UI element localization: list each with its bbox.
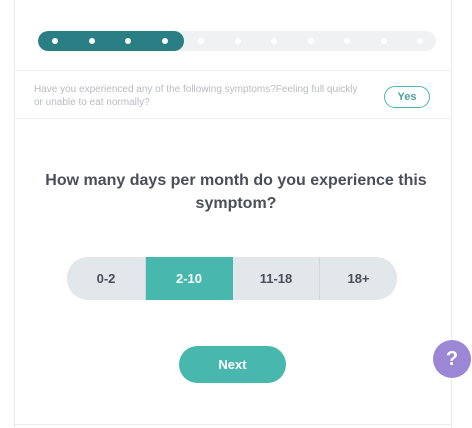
option-0-2[interactable]: 0-2 <box>67 257 146 300</box>
help-bubble-icon[interactable]: ? <box>433 340 471 378</box>
progress-step-dot <box>161 38 168 44</box>
survey-page: Have you experienced any of the followin… <box>0 0 472 428</box>
frame-bottom-border <box>14 424 452 425</box>
progress-step-dot <box>88 38 95 44</box>
progress-step-dot <box>344 38 350 44</box>
progress-step-dot <box>417 38 423 44</box>
previous-answer-badge[interactable]: Yes <box>384 86 430 108</box>
progress-step-dot <box>52 38 58 44</box>
progress-step-dot <box>198 38 204 44</box>
progress-step-dot <box>234 38 241 44</box>
progress-step-dot <box>271 38 277 44</box>
frame-left-border <box>14 0 15 428</box>
progress-bar <box>38 31 436 51</box>
progress-step-dot <box>380 38 387 44</box>
previous-question-text: Have you experienced any of the followin… <box>34 84 358 108</box>
progress-step-dot <box>125 38 131 44</box>
progress-step-dot <box>307 38 314 44</box>
question-title: How many days per month do you experienc… <box>45 172 427 212</box>
next-button[interactable]: Next <box>179 346 286 383</box>
divider <box>15 118 451 119</box>
option-2-10[interactable]: 2-10 <box>146 257 233 300</box>
option-11-18[interactable]: 11-18 <box>233 257 320 300</box>
divider <box>15 70 451 71</box>
option-18-plus[interactable]: 18+ <box>320 257 397 300</box>
day-range-options: 0-2 2-10 11-18 18+ <box>67 257 397 300</box>
